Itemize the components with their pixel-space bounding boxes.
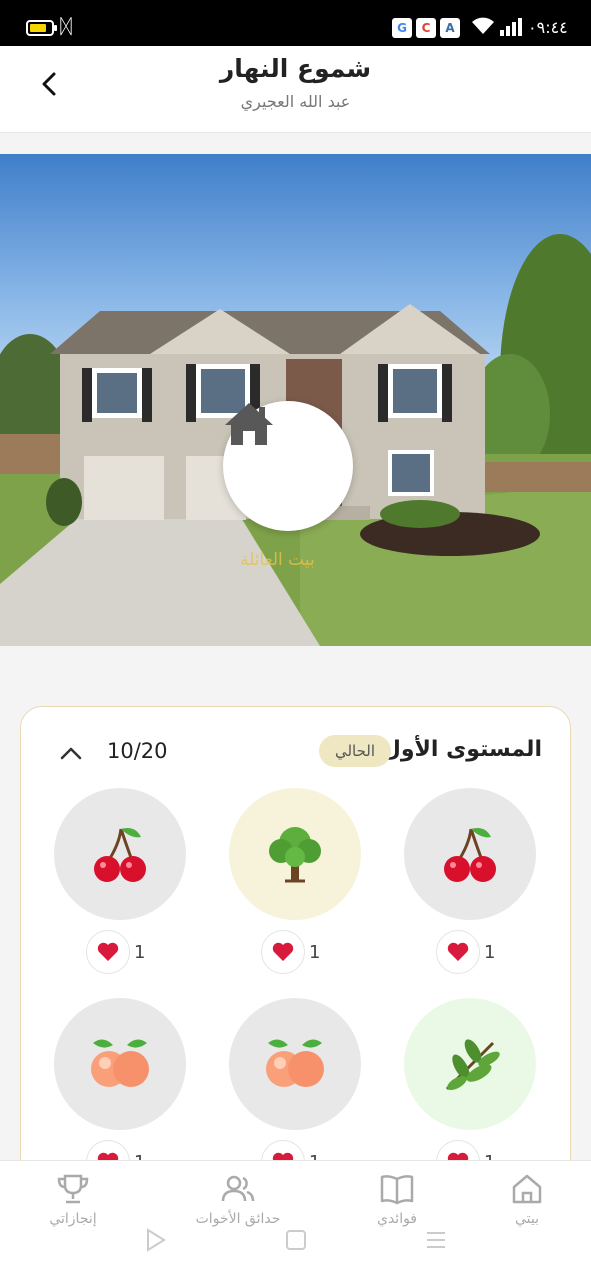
herb-icon	[445, 1039, 500, 1091]
item-icon-circle	[229, 788, 361, 920]
level-item-peach[interactable]: 1	[229, 998, 361, 1184]
trophy-icon	[57, 1174, 89, 1204]
clock: ٠٩:٤٤	[528, 18, 568, 37]
level-item-peach[interactable]: 1	[54, 998, 186, 1184]
like-button[interactable]	[86, 930, 130, 974]
peach-icon	[266, 1039, 324, 1087]
heart-icon	[97, 942, 119, 961]
level-item-herb[interactable]: 1	[404, 998, 536, 1184]
like-button[interactable]	[261, 930, 305, 974]
users-icon	[221, 1175, 255, 1202]
like-button[interactable]	[436, 930, 480, 974]
item-icon-circle	[229, 998, 361, 1130]
current-level-badge: الحالي	[319, 735, 391, 767]
house-photo	[0, 234, 591, 646]
battery-icon	[26, 20, 57, 36]
cherries-icon	[94, 828, 146, 882]
like-counter[interactable]: 1	[86, 930, 145, 974]
peach-icon	[91, 1039, 149, 1087]
level-title: المستوى الأول	[381, 737, 542, 762]
hero-image: بيت العائلة	[0, 154, 591, 646]
nav-label: بيتي	[514, 1211, 539, 1227]
page-title: شموع النهار	[219, 54, 372, 83]
level-progress: 10/20	[107, 739, 168, 763]
android-back-button[interactable]	[145, 1228, 167, 1252]
signal-icon	[500, 18, 522, 36]
item-icon-circle	[404, 788, 536, 920]
item-icon-circle	[54, 998, 186, 1130]
nav-label: إنجازاتي	[49, 1211, 97, 1227]
level-item-tree[interactable]: 1	[229, 788, 361, 974]
nav-achievements[interactable]: إنجازاتي	[13, 1173, 133, 1227]
nav-sisters-gardens[interactable]: حدائق الأخوات	[178, 1173, 298, 1227]
heart-icon	[447, 942, 469, 961]
home-badge[interactable]	[223, 401, 353, 531]
level-card: المستوى الأول الحالي 10/20 1 1 1	[20, 706, 571, 1226]
heart-icon	[272, 942, 294, 961]
like-count: 1	[484, 941, 496, 963]
app-header: شموع النهار عبد الله العجيري	[0, 46, 591, 133]
home-icon	[225, 403, 273, 445]
nav-label: فوائدي	[376, 1211, 418, 1227]
google-app-icon: G	[392, 18, 412, 38]
home-icon	[512, 1174, 542, 1204]
android-home-button[interactable]	[285, 1228, 307, 1252]
nav-home[interactable]: بيتي	[467, 1173, 587, 1227]
chevron-up-icon	[60, 747, 82, 760]
like-counter[interactable]: 1	[436, 930, 495, 974]
cherries-icon	[444, 828, 496, 882]
like-counter[interactable]: 1	[261, 930, 320, 974]
android-recents-button[interactable]	[425, 1228, 447, 1252]
app-notification-icon: A	[440, 18, 460, 38]
like-count: 1	[309, 941, 321, 963]
nav-benefits[interactable]: فوائدي	[337, 1173, 457, 1227]
item-icon-circle	[54, 788, 186, 920]
nav-label: حدائق الأخوات	[195, 1211, 281, 1227]
notification-icons: G C A	[392, 18, 460, 38]
bluetooth-icon: ᛞ	[60, 14, 72, 38]
book-icon	[380, 1175, 414, 1205]
tree-icon	[269, 827, 321, 883]
item-icon-circle	[404, 998, 536, 1130]
wifi-icon	[472, 17, 494, 34]
status-bar: ᛞ G C A ٠٩:٤٤	[0, 0, 591, 46]
chrome-app-icon: C	[416, 18, 436, 38]
bottom-navigation: بيتي فوائدي حدائق الأخوات إنجازاتي	[0, 1160, 591, 1280]
collapse-button[interactable]	[55, 737, 87, 769]
level-item-cherries[interactable]: 1	[404, 788, 536, 974]
hero-caption: بيت العائلة	[240, 550, 315, 570]
page-subtitle: عبد الله العجيري	[240, 92, 351, 111]
like-count: 1	[134, 941, 146, 963]
level-item-cherries[interactable]: 1	[54, 788, 186, 974]
